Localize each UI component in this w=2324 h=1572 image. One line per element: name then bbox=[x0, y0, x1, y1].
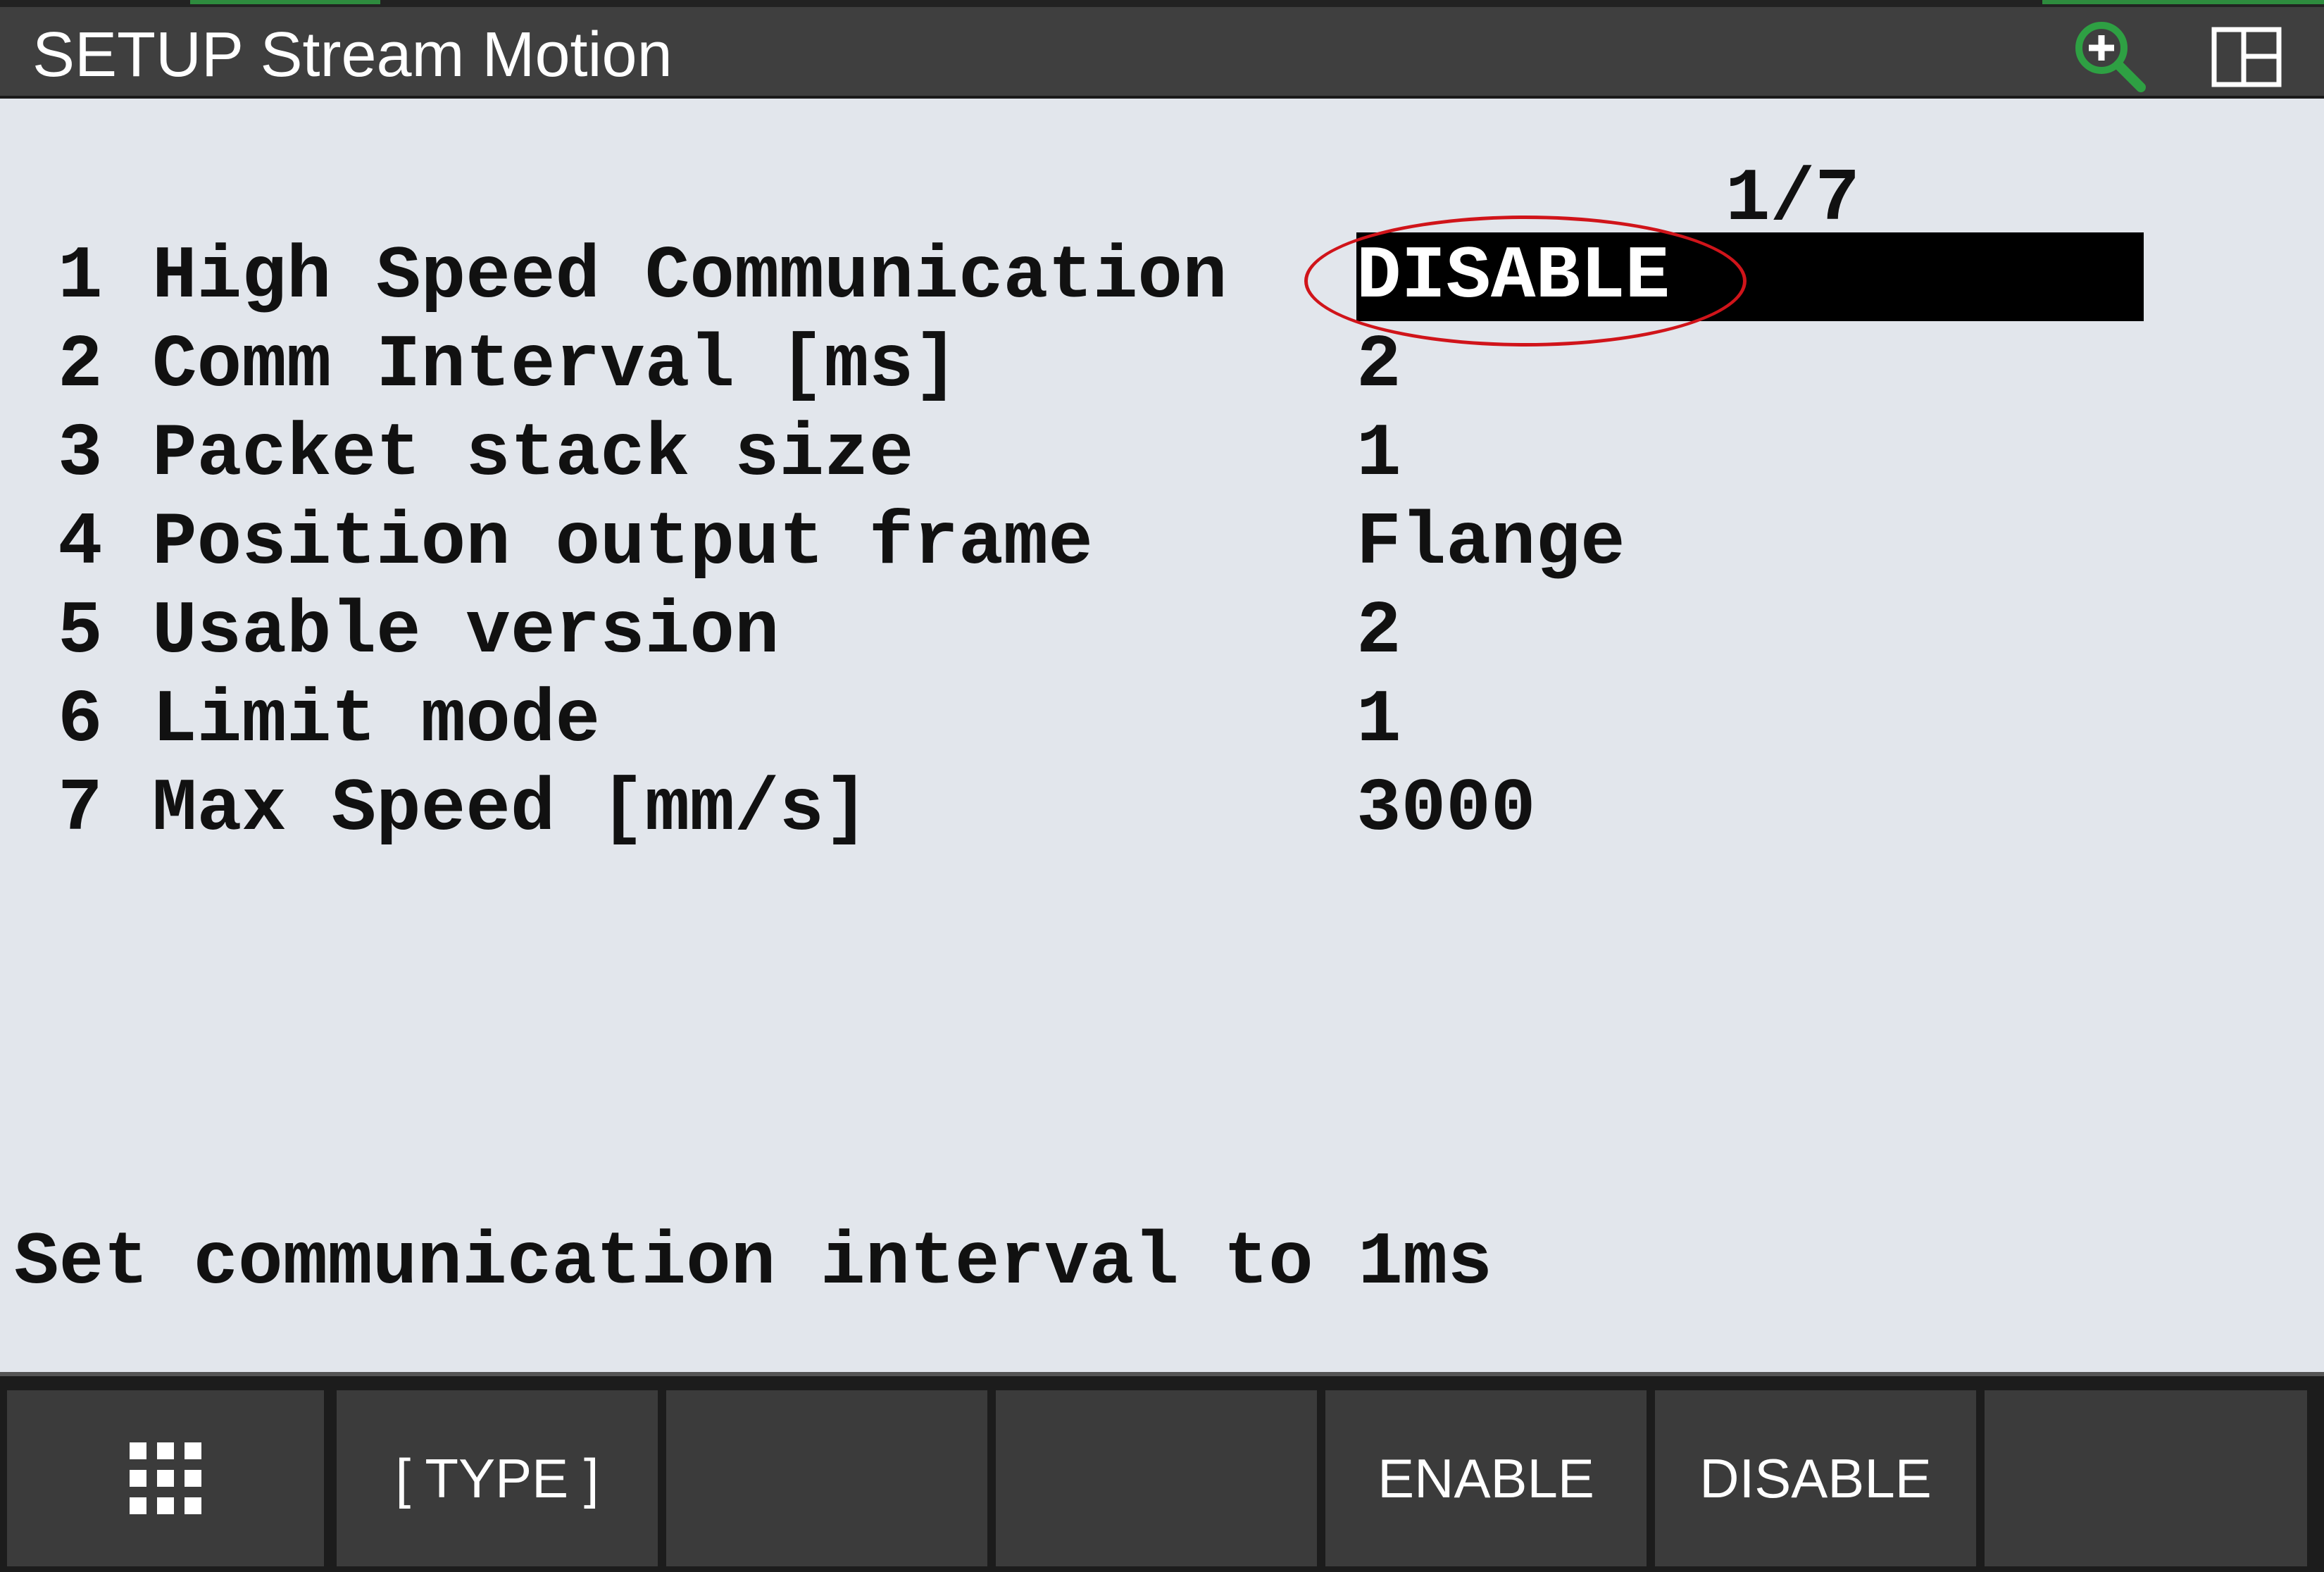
item-number: 6 bbox=[58, 678, 103, 763]
item-label: Usable version bbox=[152, 590, 780, 674]
setting-row-max-speed[interactable]: 7 Max Speed [mm/s] 3000 bbox=[0, 765, 2324, 854]
status-strip-segment bbox=[190, 0, 380, 4]
zoom-in-icon bbox=[2075, 22, 2146, 92]
fkey-enable-button[interactable]: ENABLE bbox=[1325, 1390, 1647, 1566]
item-number: 2 bbox=[58, 323, 103, 408]
item-label: High Speed Communication bbox=[152, 235, 1227, 319]
help-prompt-text: Set communication interval to 1ms bbox=[14, 1221, 1493, 1305]
layout-button[interactable] bbox=[2204, 20, 2289, 97]
fkey-type-button[interactable]: [ TYPE ] bbox=[337, 1390, 658, 1566]
grid-menu-icon bbox=[130, 1442, 201, 1514]
fkey-next-button[interactable] bbox=[1985, 1390, 2307, 1566]
item-value[interactable]: 3000 bbox=[1356, 765, 1535, 854]
setting-row-comm-interval[interactable]: 2 Comm Interval [ms] 2 bbox=[0, 321, 2324, 410]
split-layout-icon bbox=[2211, 27, 2282, 87]
setting-row-packet-stack-size[interactable]: 3 Packet stack size 1 bbox=[0, 410, 2324, 499]
fkey-f3-button[interactable] bbox=[996, 1390, 1317, 1566]
item-number: 5 bbox=[58, 590, 103, 674]
item-number: 3 bbox=[58, 412, 103, 497]
fkey-disable-button[interactable]: DISABLE bbox=[1655, 1390, 1976, 1566]
page-indicator: 1/7 bbox=[1725, 157, 1860, 242]
item-number: 1 bbox=[58, 235, 103, 319]
item-label: Max Speed [mm/s] bbox=[152, 767, 869, 852]
item-value[interactable]: 1 bbox=[1356, 410, 1401, 499]
teach-pendant-screen: SETUP Stream Motion 1/7 1 High Speed Com… bbox=[0, 0, 2324, 1572]
title-bar: SETUP Stream Motion bbox=[0, 7, 2324, 99]
item-value[interactable]: 2 bbox=[1356, 321, 1401, 410]
item-label: Comm Interval [ms] bbox=[152, 323, 958, 408]
item-value[interactable]: 2 bbox=[1356, 587, 1401, 676]
window-title: SETUP Stream Motion bbox=[32, 20, 673, 90]
setting-row-high-speed-communication[interactable]: 1 High Speed Communication DISABLE bbox=[0, 232, 2324, 321]
item-number: 7 bbox=[58, 767, 103, 852]
setting-row-position-output-frame[interactable]: 4 Position output frame Flange bbox=[0, 499, 2324, 587]
item-number: 4 bbox=[58, 501, 103, 585]
item-label: Position output frame bbox=[152, 501, 1093, 585]
status-strip-segment bbox=[2042, 0, 2324, 4]
setting-row-limit-mode[interactable]: 6 Limit mode 1 bbox=[0, 676, 2324, 765]
item-value[interactable]: Flange bbox=[1356, 499, 1625, 587]
setting-row-usable-version[interactable]: 5 Usable version 2 bbox=[0, 587, 2324, 676]
fkey-f2-button[interactable] bbox=[666, 1390, 987, 1566]
top-status-strip bbox=[0, 0, 2324, 7]
item-label: Packet stack size bbox=[152, 412, 914, 497]
item-label: Limit mode bbox=[152, 678, 601, 763]
fkey-menu-button[interactable] bbox=[7, 1390, 324, 1566]
item-value-selected[interactable]: DISABLE bbox=[1356, 232, 2144, 321]
setup-content: 1/7 1 High Speed Communication DISABLE 2… bbox=[0, 99, 2324, 1372]
item-value[interactable]: 1 bbox=[1356, 676, 1401, 765]
zoom-button[interactable] bbox=[2068, 17, 2152, 94]
function-key-bar: [ TYPE ] ENABLE DISABLE bbox=[0, 1372, 2324, 1572]
